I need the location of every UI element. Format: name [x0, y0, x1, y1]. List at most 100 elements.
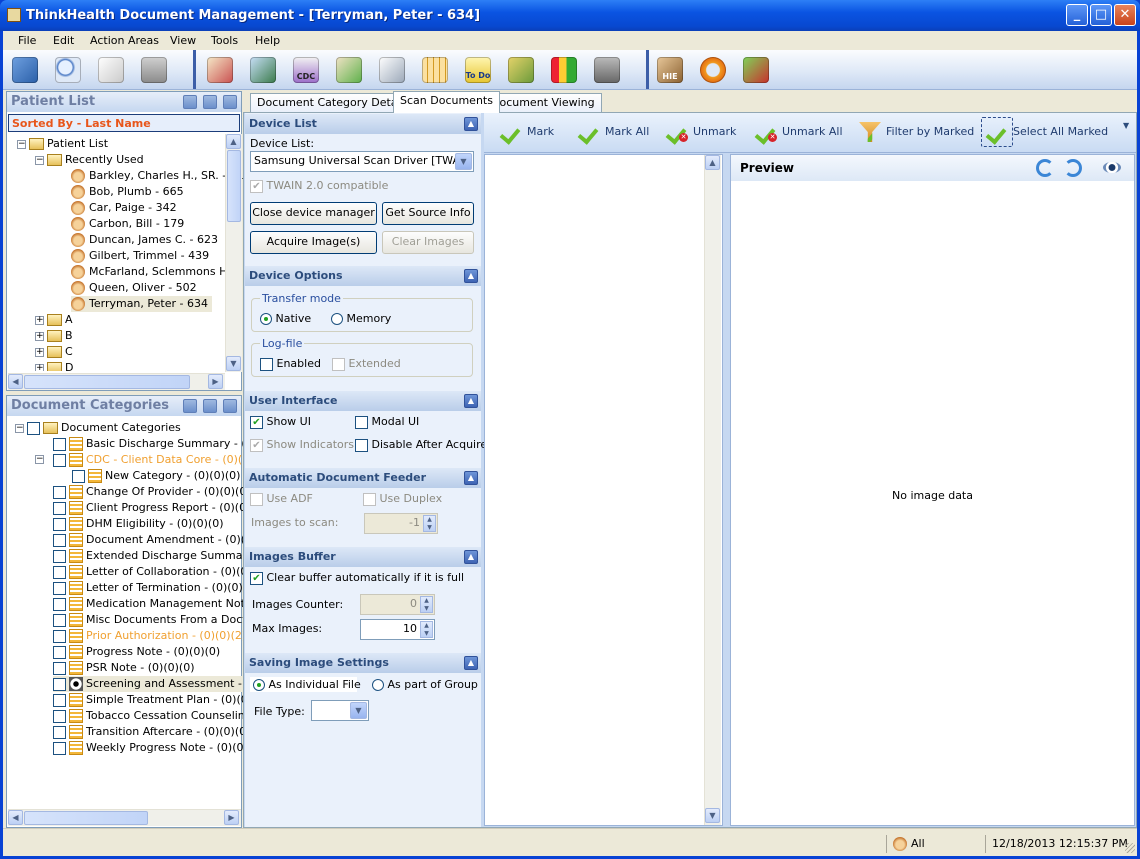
- cdc-button[interactable]: CDC: [289, 53, 323, 87]
- category-item[interactable]: Screening and Assessment - (0)(0: [53, 676, 273, 692]
- menu-edit[interactable]: Edit: [53, 34, 74, 47]
- eye-icon[interactable]: [1103, 162, 1121, 173]
- adf-header[interactable]: Automatic Document Feeder ▲: [245, 468, 481, 488]
- unmark-all-button[interactable]: ✕ Unmark All: [755, 121, 843, 143]
- category-checkbox[interactable]: [53, 565, 66, 579]
- show-ui-checkbox[interactable]: ✔ Show UI: [250, 415, 311, 429]
- device-select[interactable]: Samsung Universal Scan Driver [TWAIN 2 ▼: [250, 151, 474, 172]
- saving-settings-header[interactable]: Saving Image Settings ▲: [245, 653, 481, 673]
- images-counter-field[interactable]: 0 ▲ ▼: [360, 594, 435, 615]
- category-item[interactable]: Letter of Collaboration - (0)(0)(0): [53, 564, 267, 580]
- toolbar-overflow-icon[interactable]: ▼: [1123, 121, 1133, 145]
- tree-node-letter-b[interactable]: + B: [35, 328, 73, 344]
- patient-item[interactable]: Duncan, James C. - 623: [71, 232, 218, 248]
- category-checkbox[interactable]: [27, 421, 40, 435]
- category-checkbox[interactable]: [53, 453, 66, 467]
- patient-check-button[interactable]: [332, 53, 366, 87]
- category-item[interactable]: Client Progress Report - (0)(0)(0): [53, 500, 266, 516]
- enabled-checkbox[interactable]: Enabled: [260, 357, 321, 371]
- category-checkbox[interactable]: [53, 597, 66, 611]
- collapse-icon[interactable]: −: [17, 139, 26, 149]
- category-item[interactable]: Medication Management Note - (: [53, 596, 267, 612]
- menu-file[interactable]: File: [18, 34, 36, 47]
- reports-chart-button[interactable]: [547, 53, 581, 87]
- scroll-down-icon[interactable]: ▼: [226, 356, 241, 371]
- category-checkbox[interactable]: [53, 677, 66, 691]
- patient-item[interactable]: Bob, Plumb - 665: [71, 184, 184, 200]
- panel-restore-icon[interactable]: [203, 95, 217, 109]
- menu-tools[interactable]: Tools: [211, 34, 238, 47]
- menu-action-areas[interactable]: Action Areas: [90, 34, 159, 47]
- panel-close-icon[interactable]: [223, 399, 237, 413]
- category-checkbox[interactable]: [53, 501, 66, 515]
- chevron-down-icon[interactable]: ▼: [350, 702, 367, 719]
- use-adf-checkbox[interactable]: Use ADF: [250, 492, 313, 506]
- scroll-right-icon[interactable]: ▶: [208, 374, 223, 389]
- tree-node-document-categories[interactable]: − Document Categories: [15, 420, 181, 436]
- collapse-section-icon[interactable]: ▲: [464, 269, 478, 283]
- twain-compatible-checkbox[interactable]: ✔ TWAIN 2.0 compatible: [250, 179, 388, 193]
- search-button[interactable]: [51, 53, 85, 87]
- tree-node-recently-used[interactable]: − Recently Used: [35, 152, 144, 168]
- expand-icon[interactable]: +: [35, 363, 44, 371]
- expand-icon[interactable]: +: [35, 347, 44, 357]
- rotate-left-icon[interactable]: [1036, 159, 1054, 177]
- use-duplex-checkbox[interactable]: Use Duplex: [363, 492, 442, 506]
- modal-ui-checkbox[interactable]: Modal UI: [355, 415, 419, 429]
- get-source-info-button[interactable]: Get Source Info: [382, 202, 474, 225]
- billing-button[interactable]: [504, 53, 538, 87]
- collapse-section-icon[interactable]: ▲: [464, 656, 478, 670]
- tree-node-letter-a[interactable]: + A: [35, 312, 73, 328]
- category-checkbox[interactable]: [53, 581, 66, 595]
- spinner-icon[interactable]: ▲ ▼: [420, 621, 433, 638]
- patient-item[interactable]: Terryman, Peter - 634: [71, 296, 212, 312]
- minimize-button[interactable]: _: [1066, 4, 1088, 26]
- device-list-header[interactable]: Device List ▲: [245, 114, 481, 134]
- collapse-icon[interactable]: −: [15, 423, 24, 433]
- collapse-icon[interactable]: −: [35, 155, 44, 165]
- category-checkbox[interactable]: [53, 645, 66, 659]
- category-item[interactable]: Transition Aftercare - (0)(0)(0): [53, 724, 250, 740]
- mark-all-button[interactable]: Mark All: [578, 121, 649, 143]
- thumbnail-list[interactable]: ▲ ▼: [484, 154, 723, 826]
- tx-plan-button[interactable]: [375, 53, 409, 87]
- tab-scan-documents[interactable]: Scan Documents: [393, 91, 500, 113]
- spinner-icon[interactable]: ▲ ▼: [423, 515, 436, 532]
- file-type-select[interactable]: ▼: [311, 700, 369, 721]
- scroll-up-icon[interactable]: ▲: [226, 134, 241, 149]
- splitter[interactable]: [724, 154, 729, 826]
- category-checkbox[interactable]: [53, 437, 66, 451]
- spinner-icon[interactable]: ▲ ▼: [420, 596, 433, 613]
- extended-checkbox[interactable]: Extended: [332, 357, 401, 371]
- category-checkbox[interactable]: [53, 517, 66, 531]
- tree-node-letter-d[interactable]: + D: [35, 360, 73, 371]
- category-item[interactable]: Progress Note - (0)(0)(0): [53, 644, 220, 660]
- native-radio[interactable]: Native: [260, 312, 311, 325]
- category-item[interactable]: PSR Note - (0)(0)(0): [53, 660, 195, 676]
- exit-button[interactable]: [8, 53, 42, 87]
- category-item[interactable]: Weekly Progress Note - (0)(0)(0): [53, 740, 263, 756]
- category-item[interactable]: Tobacco Cessation Counseling -: [53, 708, 259, 724]
- scroll-right-icon[interactable]: ▶: [224, 810, 239, 825]
- chevron-down-icon[interactable]: ▼: [455, 153, 472, 170]
- scroll-left-icon[interactable]: ◀: [8, 810, 23, 825]
- patient-item[interactable]: Carbon, Bill - 179: [71, 216, 184, 232]
- collapse-section-icon[interactable]: ▲: [464, 394, 478, 408]
- collapse-section-icon[interactable]: ▲: [464, 117, 478, 131]
- scroll-thumb[interactable]: [24, 811, 148, 825]
- rotate-right-icon[interactable]: [1064, 159, 1082, 177]
- show-indicators-checkbox[interactable]: ✔ Show Indicators: [250, 438, 354, 452]
- patient-chart-button[interactable]: [203, 53, 237, 87]
- maximize-button[interactable]: □: [1090, 4, 1112, 26]
- category-checkbox[interactable]: [72, 469, 85, 483]
- tab-document-category-details[interactable]: Document Category Details: [250, 93, 417, 112]
- close-device-manager-button[interactable]: Close device manager: [250, 202, 377, 225]
- hie-button[interactable]: HIE: [653, 53, 687, 87]
- individual-file-radio[interactable]: As Individual File: [250, 677, 361, 692]
- document-list-button[interactable]: [246, 53, 280, 87]
- part-of-group-radio[interactable]: As part of Group: [372, 678, 478, 691]
- panel-minimize-icon[interactable]: [183, 95, 197, 109]
- mark-button[interactable]: Mark: [500, 121, 554, 143]
- category-item[interactable]: Simple Treatment Plan - (0)(0)(0): [53, 692, 268, 708]
- category-item[interactable]: Misc Documents From a Doctor I: [53, 612, 265, 628]
